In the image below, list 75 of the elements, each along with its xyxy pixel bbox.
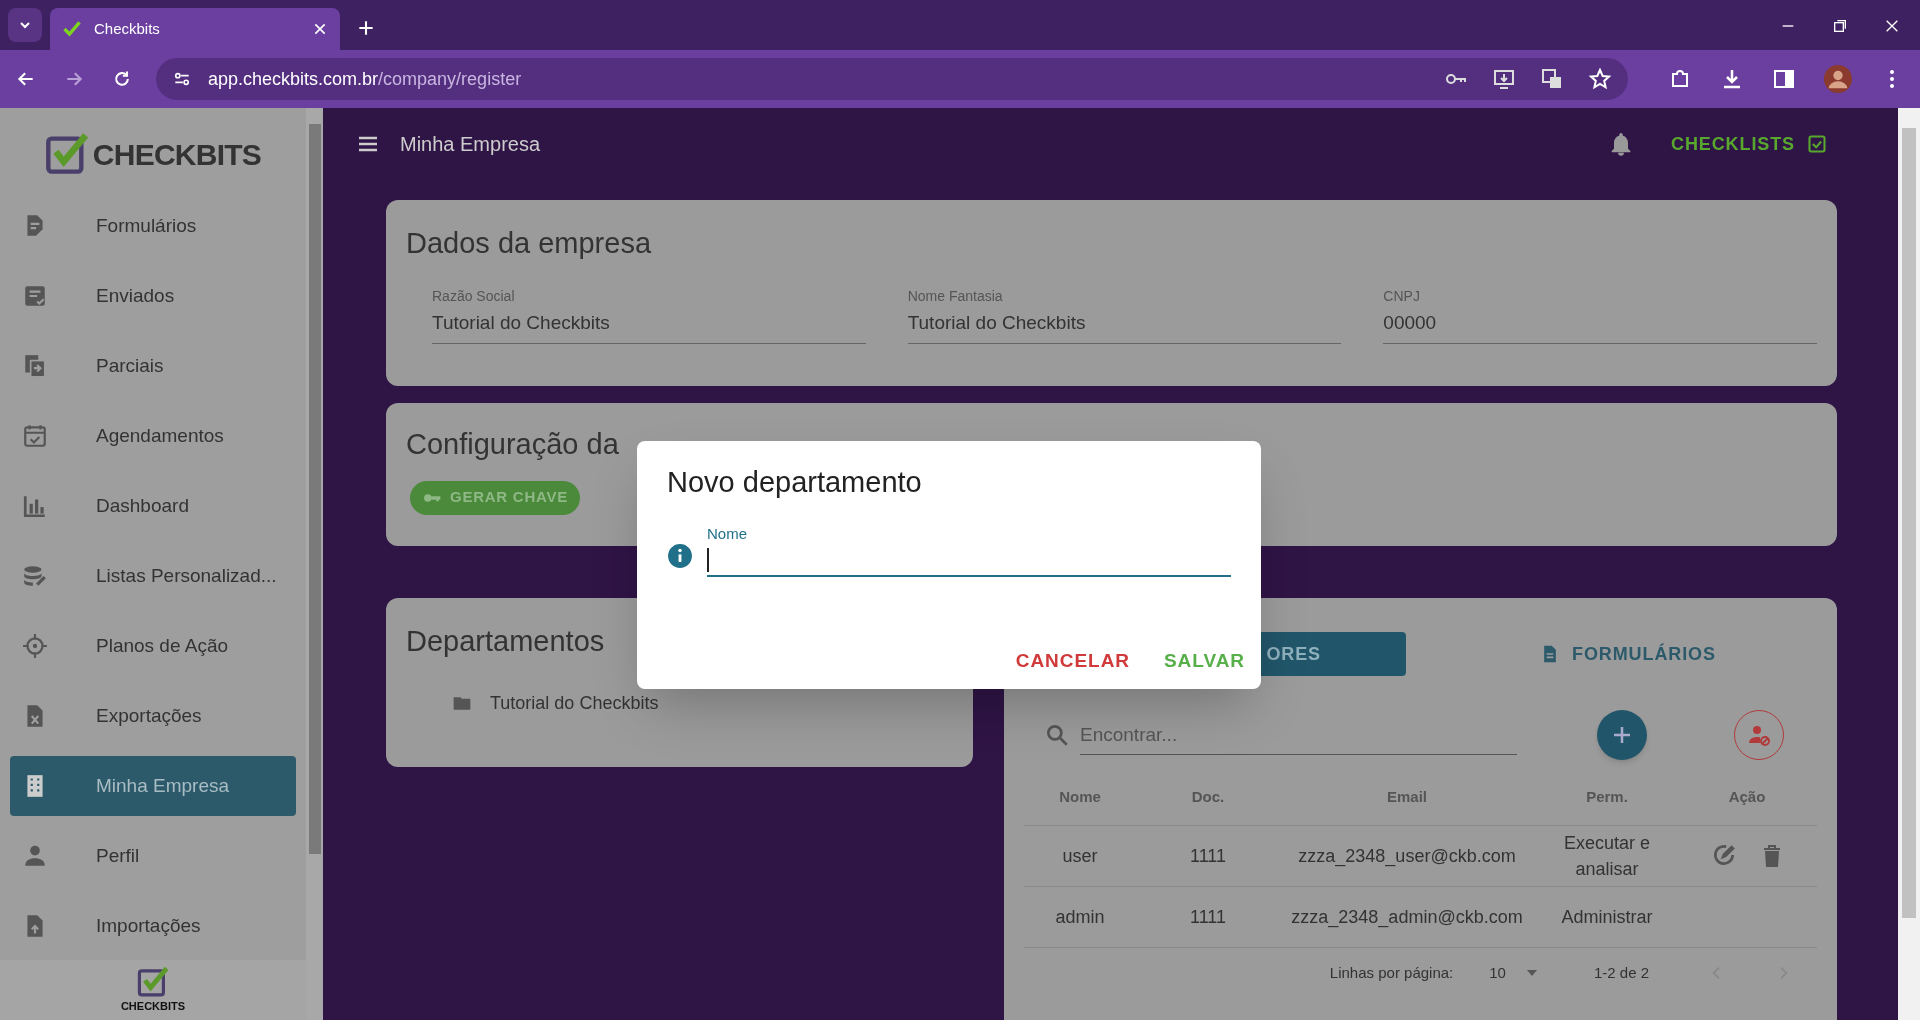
sidebar-item[interactable]: Enviados: [10, 266, 296, 326]
sidebar-item[interactable]: Agendamentos: [10, 406, 296, 466]
table-cell-text: Administrar: [1560, 906, 1654, 929]
sidebar-item[interactable]: Listas Personalizad...: [10, 546, 296, 606]
card-title: Dados da empresa: [406, 226, 653, 261]
sidebar-item[interactable]: Parciais: [10, 336, 296, 396]
cancel-button[interactable]: CANCELAR: [1015, 646, 1130, 675]
tree-item[interactable]: Tutorial do Checkbits: [490, 689, 659, 717]
sidebar-item[interactable]: Exportações: [10, 686, 296, 746]
text-field[interactable]: Razão Social Tutorial do Checkbits: [432, 285, 866, 344]
logo-text: CHECKBITS: [92, 136, 262, 173]
column-header: Nome: [1058, 787, 1102, 808]
close-icon[interactable]: [312, 21, 328, 37]
footer-logo-text: CHECKBITS: [120, 998, 186, 1014]
card-title: Departamentos: [406, 624, 606, 659]
sidebar-item[interactable]: Dashboard: [10, 476, 296, 536]
tab-list-button[interactable]: [8, 8, 42, 42]
table-cell-text: zzza_2348_user@ckb.com: [1297, 845, 1517, 869]
checkbox-logo-icon: [44, 132, 89, 176]
reload-icon[interactable]: [112, 69, 132, 89]
side-panel-icon[interactable]: [1772, 67, 1796, 91]
avatar-icon[interactable]: [1824, 65, 1852, 93]
sidebar-item[interactable]: Importações: [10, 896, 296, 956]
table-cell-text: 1111: [1188, 906, 1227, 929]
database-icon: [22, 563, 48, 589]
star-icon[interactable]: [1588, 67, 1612, 91]
table-cell-text: 1111: [1188, 845, 1227, 868]
url-text: app.checkbits.com.br/company/register: [208, 67, 523, 91]
save-button[interactable]: SALVAR: [1164, 646, 1245, 675]
column-header: Perm.: [1585, 787, 1629, 808]
name-field[interactable]: Nome: [707, 522, 1231, 577]
table-cell-text: admin: [1054, 906, 1106, 929]
text-field[interactable]: CNPJ 00000: [1383, 285, 1817, 344]
table-cell-text: zzza_2348_admin@ckb.com: [1290, 906, 1524, 930]
search-field[interactable]: Encontrar...: [1080, 715, 1517, 755]
calendar-check-icon: [22, 423, 48, 449]
pagination-label: Linhas por página:: [1329, 963, 1454, 983]
person-blocked-icon: [1747, 723, 1771, 747]
checkmark-icon: [62, 19, 82, 39]
plus-icon[interactable]: [356, 18, 376, 38]
sidebar-item[interactable]: Formulários: [10, 196, 296, 256]
table-cell-text: user: [1061, 845, 1099, 868]
scrollbar-thumb[interactable]: [308, 124, 321, 854]
trash-icon[interactable]: [1761, 844, 1783, 868]
browser-tab[interactable]: Checkbits: [50, 8, 340, 50]
restore-icon[interactable]: [1832, 18, 1848, 34]
close-icon[interactable]: [1884, 18, 1900, 34]
sidebar-item[interactable]: Perfil: [10, 826, 296, 886]
text-field[interactable]: Nome Fantasia Tutorial do Checkbits: [907, 285, 1342, 344]
page-title: Minha Empresa: [400, 132, 542, 157]
dialog-title: Novo departamento: [667, 465, 923, 500]
search-icon: [1044, 722, 1070, 748]
rows-per-page-select[interactable]: 10: [1489, 962, 1538, 985]
pagination-range: 1-2 de 2: [1593, 963, 1649, 983]
checklists-button[interactable]: CHECKLISTS: [1671, 130, 1827, 158]
document-check-icon: [22, 283, 48, 309]
card-title: Configuração da: [406, 427, 620, 462]
address-bar[interactable]: app.checkbits.com.br/company/register: [156, 58, 1628, 100]
column-header: Doc.: [1190, 787, 1226, 808]
tab-title: Checkbits: [94, 18, 161, 39]
sidebar-item[interactable]: Planos de Ação: [10, 616, 296, 676]
column-header: Ação: [1727, 787, 1767, 808]
person-icon: [22, 843, 48, 869]
add-button[interactable]: [1597, 710, 1647, 760]
bar-chart-icon: [22, 493, 48, 519]
info-icon: [667, 543, 693, 569]
checkbox-logo-icon: [137, 965, 169, 998]
scrollbar-thumb[interactable]: [1902, 128, 1916, 918]
crosshair-icon: [22, 633, 48, 659]
checkbox-icon: [1807, 134, 1827, 154]
sidebar-item[interactable]: Minha Empresa: [10, 756, 296, 816]
tab[interactable]: FORMULÁRIOS: [1540, 632, 1716, 676]
column-header: Email: [1386, 787, 1428, 808]
install-icon[interactable]: [1492, 67, 1516, 91]
table-cell-text: Executar e analisar: [1562, 832, 1651, 881]
